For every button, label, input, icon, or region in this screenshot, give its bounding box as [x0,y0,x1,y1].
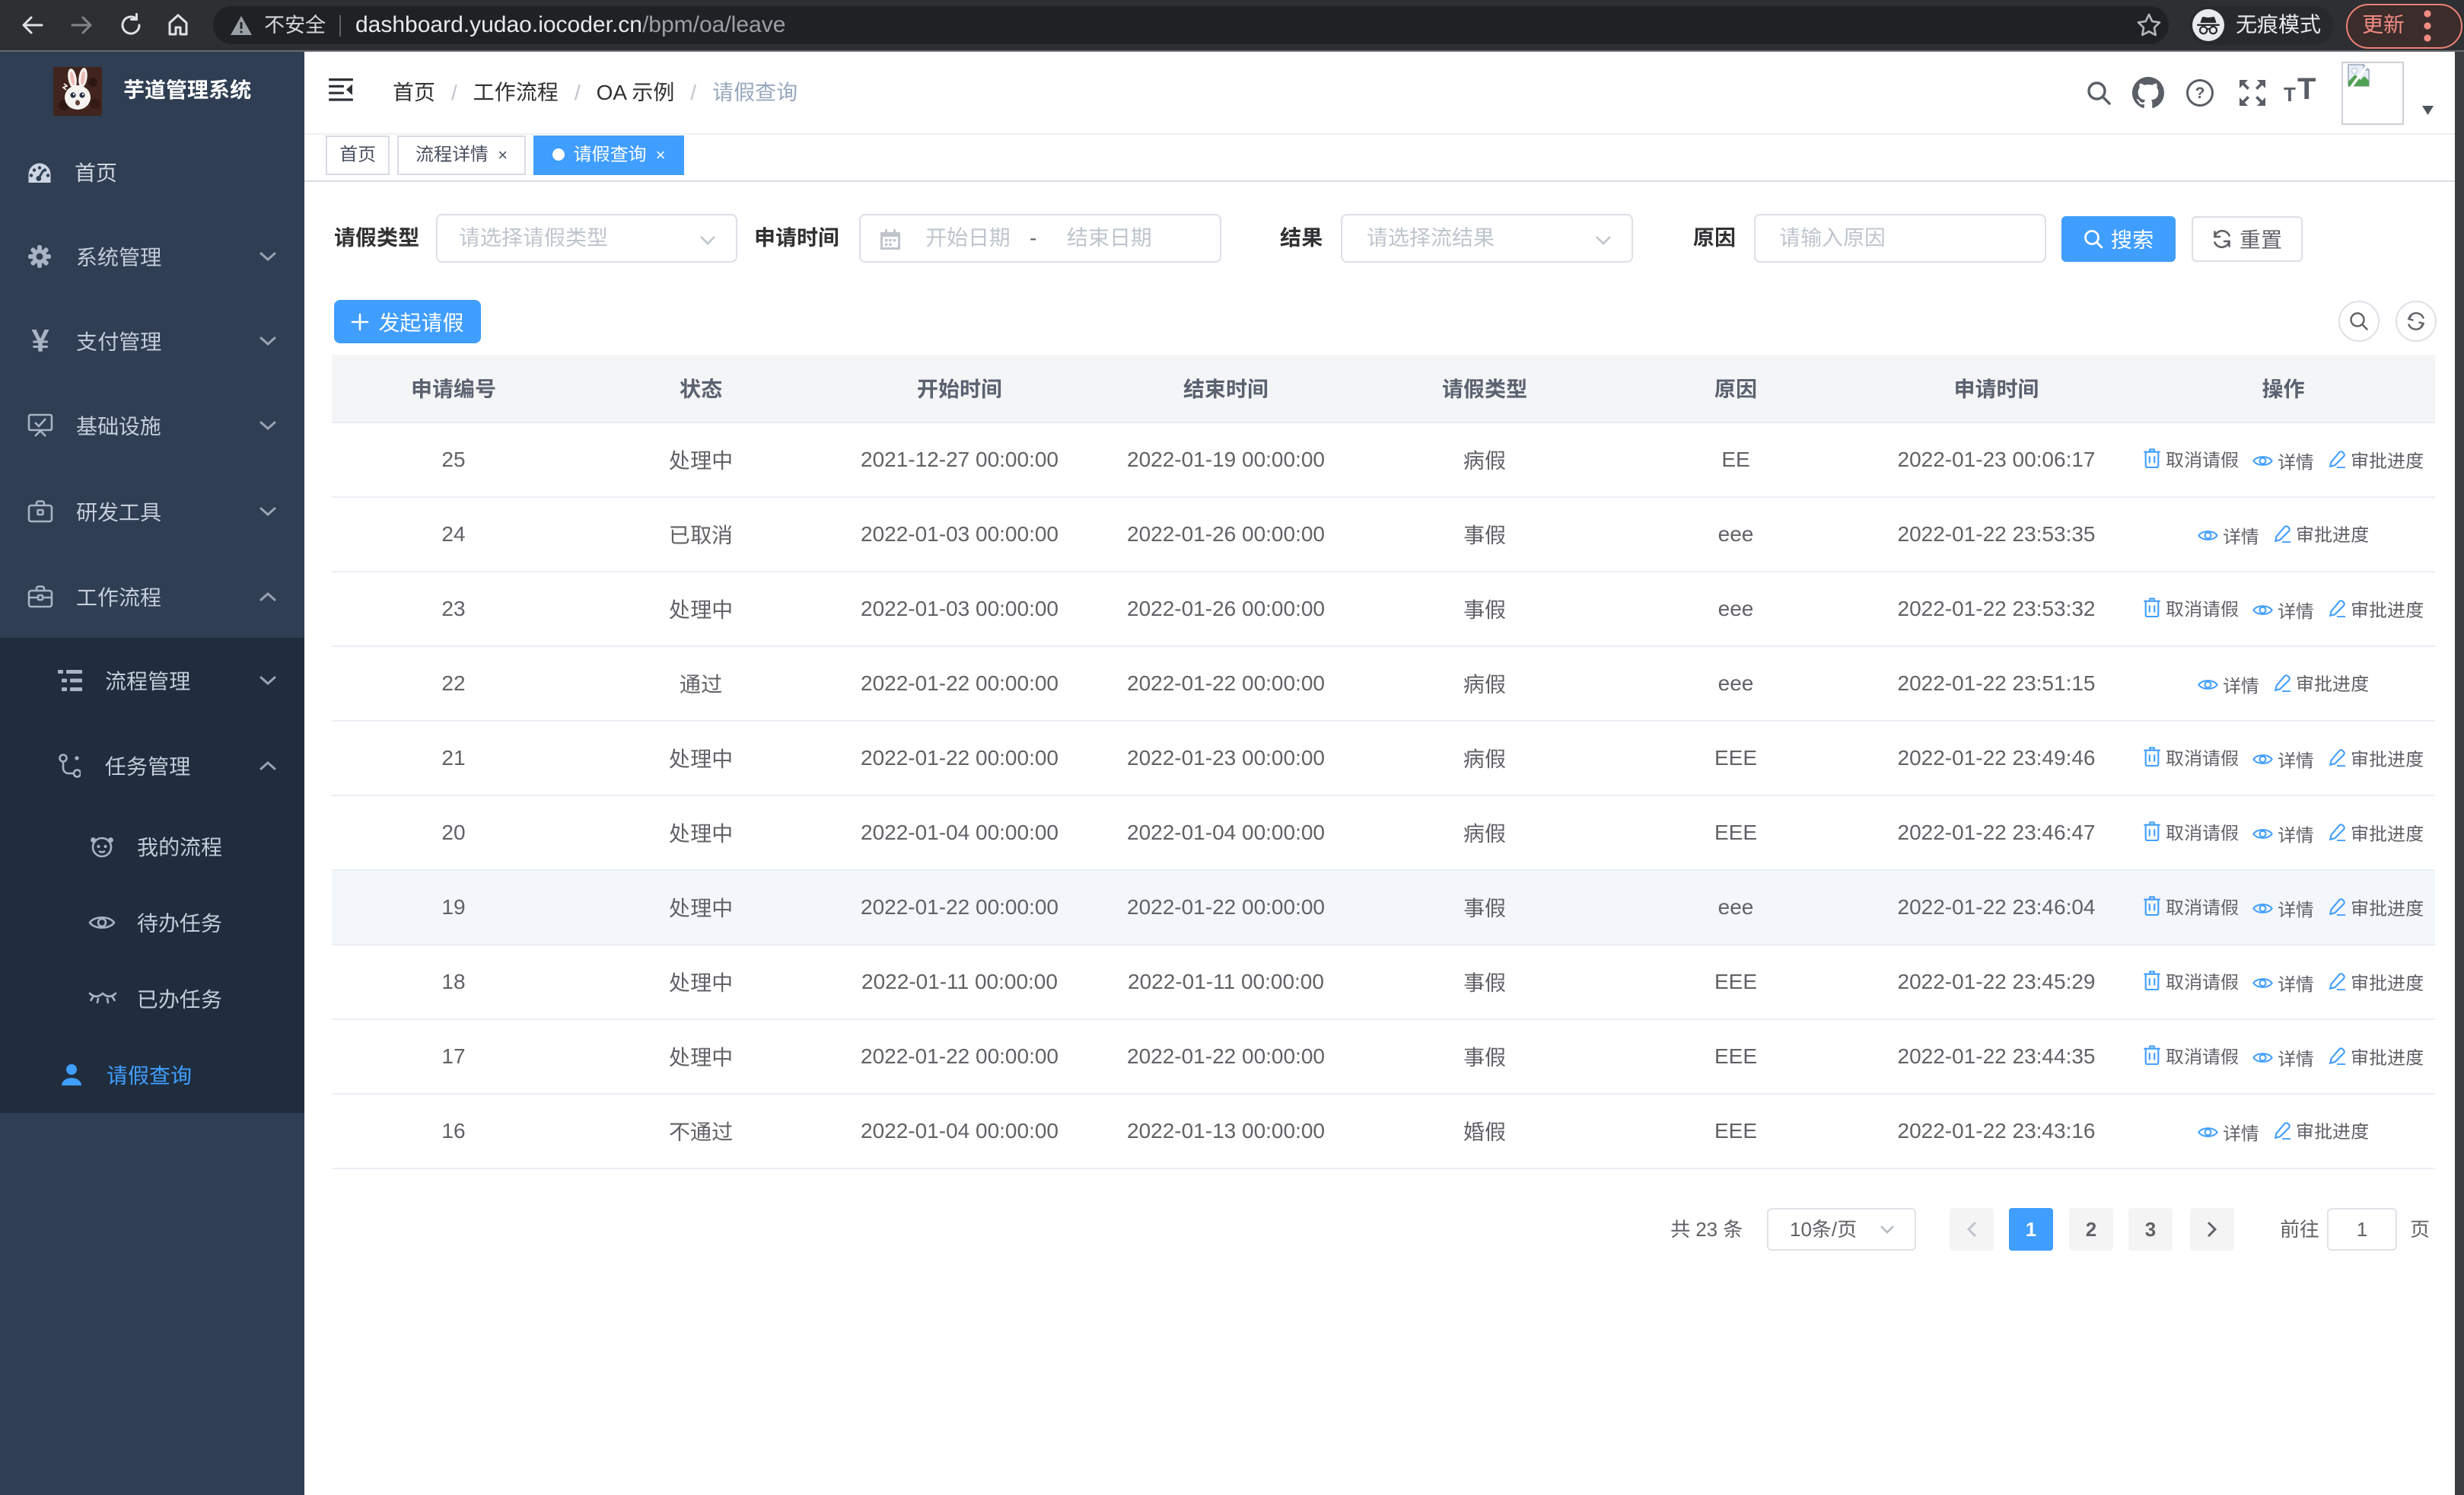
svg-text:?: ? [2195,84,2205,102]
